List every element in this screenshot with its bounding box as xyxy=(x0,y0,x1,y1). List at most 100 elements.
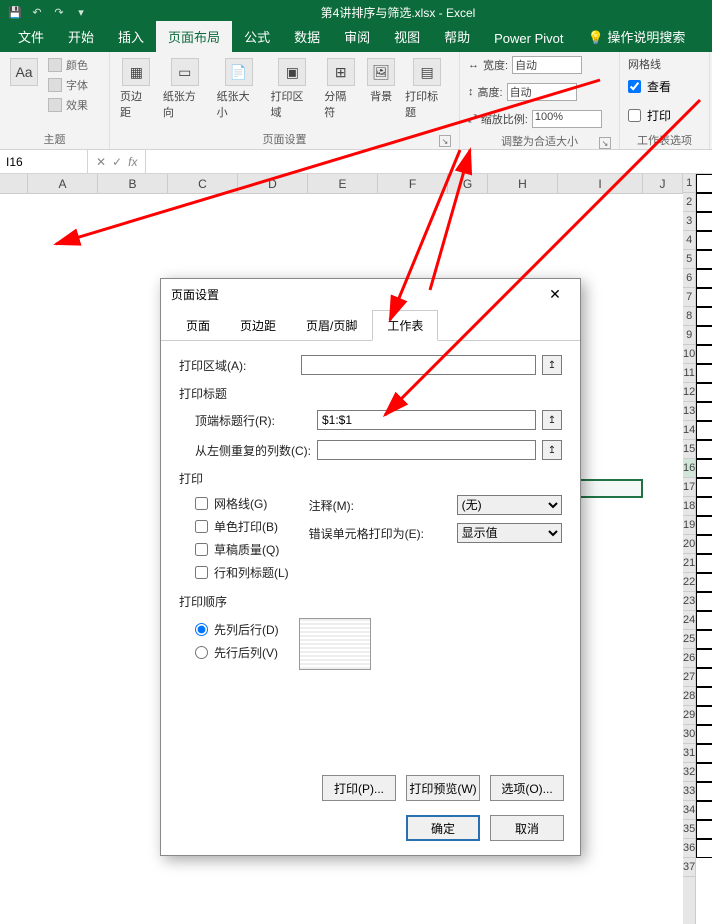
row-header-21[interactable]: 21 xyxy=(683,554,695,573)
redo-icon[interactable]: ↷ xyxy=(50,3,68,21)
table-cell[interactable]: 01 xyxy=(696,630,712,649)
col-header-F[interactable]: F xyxy=(378,174,448,193)
row-header-28[interactable]: 28 xyxy=(683,687,695,706)
row-header-1[interactable]: 1 xyxy=(683,174,695,193)
dlg-print-button[interactable]: 打印(P)... xyxy=(322,775,396,801)
scale-height-select[interactable]: 自动 xyxy=(507,83,577,101)
tab-powerpivot[interactable]: Power Pivot xyxy=(482,25,575,52)
row-header-31[interactable]: 31 xyxy=(683,744,695,763)
gridlines-view-check[interactable] xyxy=(628,80,641,93)
table-cell[interactable]: 01 xyxy=(696,725,712,744)
table-cell[interactable]: 01 xyxy=(696,212,712,231)
undo-icon[interactable]: ↶ xyxy=(28,3,46,21)
table-cell[interactable]: 01 xyxy=(696,364,712,383)
table-cell[interactable]: 01 xyxy=(696,269,712,288)
effects-button[interactable]: 效果 xyxy=(46,96,90,114)
table-cell[interactable]: 01 xyxy=(696,459,712,478)
row-header-2[interactable]: 2 xyxy=(683,193,695,212)
cancel-button[interactable]: 取消 xyxy=(490,815,564,841)
row-header-27[interactable]: 27 xyxy=(683,668,695,687)
scale-width-select[interactable]: 自动 xyxy=(512,56,582,74)
table-cell[interactable]: 01 xyxy=(696,288,712,307)
print-area-button[interactable]: ▣打印区域 xyxy=(268,56,316,122)
table-cell[interactable]: 01 xyxy=(696,744,712,763)
enter-fx-icon[interactable]: ✓ xyxy=(112,155,122,169)
pagesetup-dialog-launcher[interactable]: ↘ xyxy=(439,135,451,147)
table-cell[interactable]: 01 xyxy=(696,687,712,706)
breaks-button[interactable]: ⊞分隔符 xyxy=(322,56,359,122)
tab-help[interactable]: 帮助 xyxy=(432,21,482,52)
chk-gridlines[interactable] xyxy=(195,497,208,510)
row-header-14[interactable]: 14 xyxy=(683,421,695,440)
table-cell[interactable]: 01 xyxy=(696,611,712,630)
background-button[interactable]: 🖼背景 xyxy=(365,56,397,106)
cancel-fx-icon[interactable]: ✕ xyxy=(96,155,106,169)
col-header-G[interactable]: G xyxy=(448,174,488,193)
row-header-37[interactable]: 37 xyxy=(683,858,695,877)
table-cell[interactable]: 01 xyxy=(696,193,712,212)
row-header-20[interactable]: 20 xyxy=(683,535,695,554)
fonts-button[interactable]: 字体 xyxy=(46,76,90,94)
tab-file[interactable]: 文件 xyxy=(6,21,56,52)
table-cell[interactable]: 01 xyxy=(696,326,712,345)
row-header-12[interactable]: 12 xyxy=(683,383,695,402)
table-cell[interactable]: 01 xyxy=(696,592,712,611)
tab-formulas[interactable]: 公式 xyxy=(232,21,282,52)
row-header-8[interactable]: 8 xyxy=(683,307,695,326)
tab-view[interactable]: 视图 xyxy=(382,21,432,52)
col-header-E[interactable]: E xyxy=(308,174,378,193)
row-header-18[interactable]: 18 xyxy=(683,497,695,516)
table-cell[interactable]: 01 xyxy=(696,706,712,725)
dlg-tab-margins[interactable]: 页边距 xyxy=(225,310,291,341)
fx-icon[interactable]: fx xyxy=(128,155,137,169)
row-header-22[interactable]: 22 xyxy=(683,573,695,592)
size-button[interactable]: 📄纸张大小 xyxy=(215,56,263,122)
ok-button[interactable]: 确定 xyxy=(406,815,480,841)
dlg-tab-sheet[interactable]: 工作表 xyxy=(372,310,438,341)
row-header-5[interactable]: 5 xyxy=(683,250,695,269)
col-header-A[interactable]: A xyxy=(28,174,98,193)
dlg-tab-headerfooter[interactable]: 页眉/页脚 xyxy=(291,310,372,341)
dlg-preview-button[interactable]: 打印预览(W) xyxy=(406,775,480,801)
row-header-11[interactable]: 11 xyxy=(683,364,695,383)
row-header-6[interactable]: 6 xyxy=(683,269,695,288)
row-header-4[interactable]: 4 xyxy=(683,231,695,250)
radio-over-down[interactable] xyxy=(195,646,208,659)
col-header-D[interactable]: D xyxy=(238,174,308,193)
left-cols-ref-button[interactable]: ↥ xyxy=(542,440,562,460)
row-header-36[interactable]: 36 xyxy=(683,839,695,858)
table-cell[interactable]: 01 xyxy=(696,421,712,440)
table-cell[interactable]: 01 xyxy=(696,668,712,687)
row-header-32[interactable]: 32 xyxy=(683,763,695,782)
comments-select[interactable]: (无) xyxy=(457,495,562,515)
chk-rowcol[interactable] xyxy=(195,566,208,579)
table-cell[interactable]: 01 xyxy=(696,516,712,535)
table-cell[interactable]: 01 xyxy=(696,801,712,820)
dlg-options-button[interactable]: 选项(O)... xyxy=(490,775,564,801)
row-header-35[interactable]: 35 xyxy=(683,820,695,839)
errors-select[interactable]: 显示值 xyxy=(457,523,562,543)
table-header[interactable]: 月 xyxy=(696,174,712,193)
tell-me[interactable]: 💡 操作说明搜索 xyxy=(576,21,698,52)
top-rows-input[interactable] xyxy=(317,410,536,430)
table-cell[interactable]: 01 xyxy=(696,649,712,668)
row-header-30[interactable]: 30 xyxy=(683,725,695,744)
row-header-24[interactable]: 24 xyxy=(683,611,695,630)
row-header-33[interactable]: 33 xyxy=(683,782,695,801)
table-cell[interactable]: 01 xyxy=(696,782,712,801)
tab-home[interactable]: 开始 xyxy=(56,21,106,52)
chk-draft[interactable] xyxy=(195,543,208,556)
print-area-input[interactable] xyxy=(301,355,536,375)
tab-review[interactable]: 审阅 xyxy=(332,21,382,52)
table-cell[interactable]: 01 xyxy=(696,820,712,839)
table-cell[interactable]: 01 xyxy=(696,345,712,364)
table-cell[interactable]: 01 xyxy=(696,478,712,497)
dialog-close-button[interactable]: ✕ xyxy=(540,282,570,306)
table-cell[interactable]: 01 xyxy=(696,440,712,459)
row-header-34[interactable]: 34 xyxy=(683,801,695,820)
row-header-17[interactable]: 17 xyxy=(683,478,695,497)
dlg-tab-page[interactable]: 页面 xyxy=(171,310,225,341)
row-header-26[interactable]: 26 xyxy=(683,649,695,668)
row-header-15[interactable]: 15 xyxy=(683,440,695,459)
themes-button[interactable]: Aa xyxy=(8,56,40,88)
